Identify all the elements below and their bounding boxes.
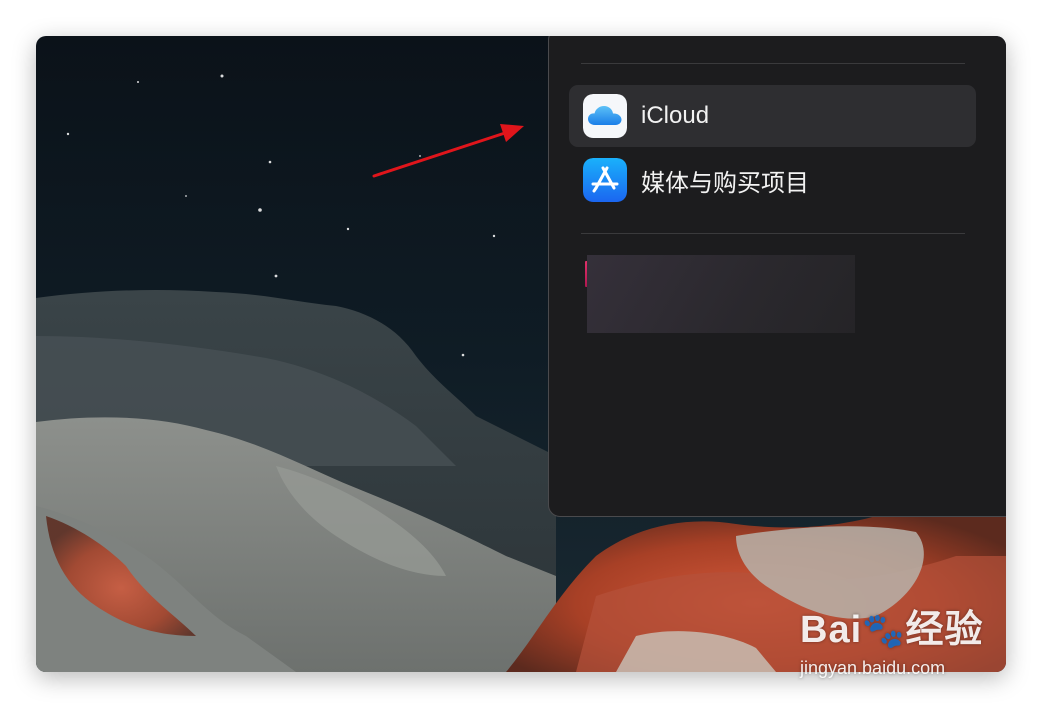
watermark-url: jingyan.baidu.com: [800, 658, 946, 678]
watermark-brand: Bai🐾经验: [800, 609, 984, 651]
baidu-watermark: Bai🐾经验 jingyan.baidu.com: [800, 598, 1000, 688]
paw-icon: 🐾: [862, 612, 906, 650]
